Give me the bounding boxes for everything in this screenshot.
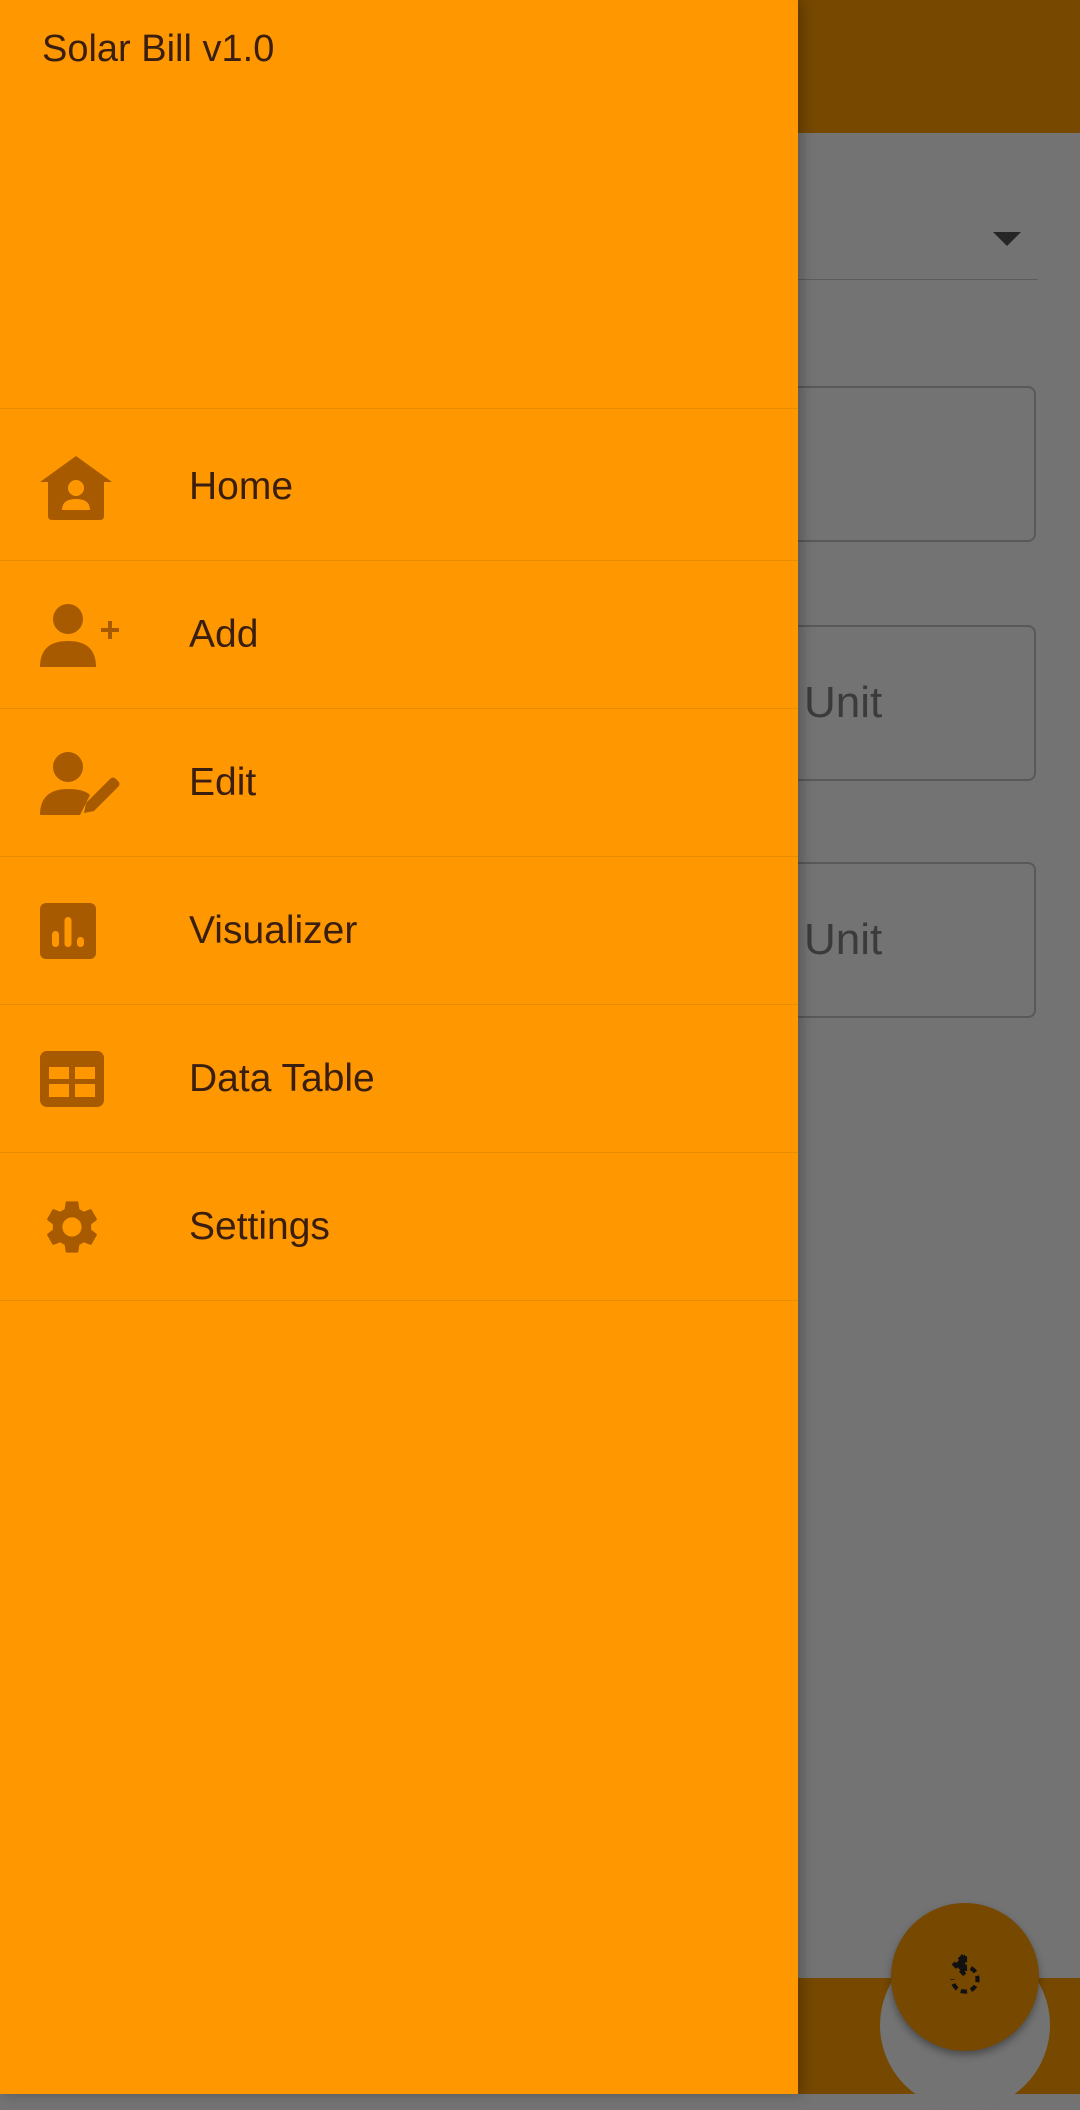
- input-field-1[interactable]: [760, 386, 1036, 542]
- drawer-item-visualizer[interactable]: Visualizer: [0, 857, 798, 1005]
- drawer-item-data-table[interactable]: Data Table: [0, 1005, 798, 1153]
- drawer-item-edit[interactable]: Edit: [0, 709, 798, 857]
- input-field-2[interactable]: Unit: [760, 625, 1036, 781]
- drawer-item-add[interactable]: Add: [0, 561, 798, 709]
- gear-icon: [40, 1192, 124, 1262]
- drawer-item-label: Visualizer: [189, 908, 358, 952]
- drawer-item-label: Edit: [189, 760, 257, 804]
- drawer-item-home[interactable]: Home: [0, 413, 798, 561]
- reset-icon: [940, 1952, 990, 2002]
- drawer-item-label: Add: [189, 612, 259, 656]
- navigation-drawer: Solar Bill v1.0 Home Add Edit Visualizer…: [0, 0, 798, 2094]
- field-suffix: Unit: [804, 915, 883, 964]
- reset-fab-button[interactable]: [891, 1903, 1039, 2051]
- drawer-menu: Home Add Edit Visualizer Data Table Sett…: [0, 413, 798, 1301]
- table-icon: [40, 1044, 124, 1114]
- input-field-3[interactable]: Unit: [760, 862, 1036, 1018]
- dropdown-underline: [798, 279, 1038, 280]
- drawer-header: Solar Bill v1.0: [0, 0, 798, 409]
- drawer-item-label: Home: [189, 464, 294, 508]
- dropdown-arrow-icon[interactable]: [993, 232, 1021, 246]
- app-title: Solar Bill v1.0: [42, 28, 275, 70]
- drawer-item-label: Settings: [189, 1204, 330, 1248]
- drawer-item-label: Data Table: [189, 1056, 375, 1100]
- field-suffix: Unit: [804, 678, 883, 727]
- person-edit-icon: [40, 748, 124, 818]
- home-person-icon: [40, 452, 124, 522]
- person-add-icon: [40, 600, 124, 670]
- bar-chart-icon: [40, 896, 124, 966]
- drawer-item-settings[interactable]: Settings: [0, 1153, 798, 1301]
